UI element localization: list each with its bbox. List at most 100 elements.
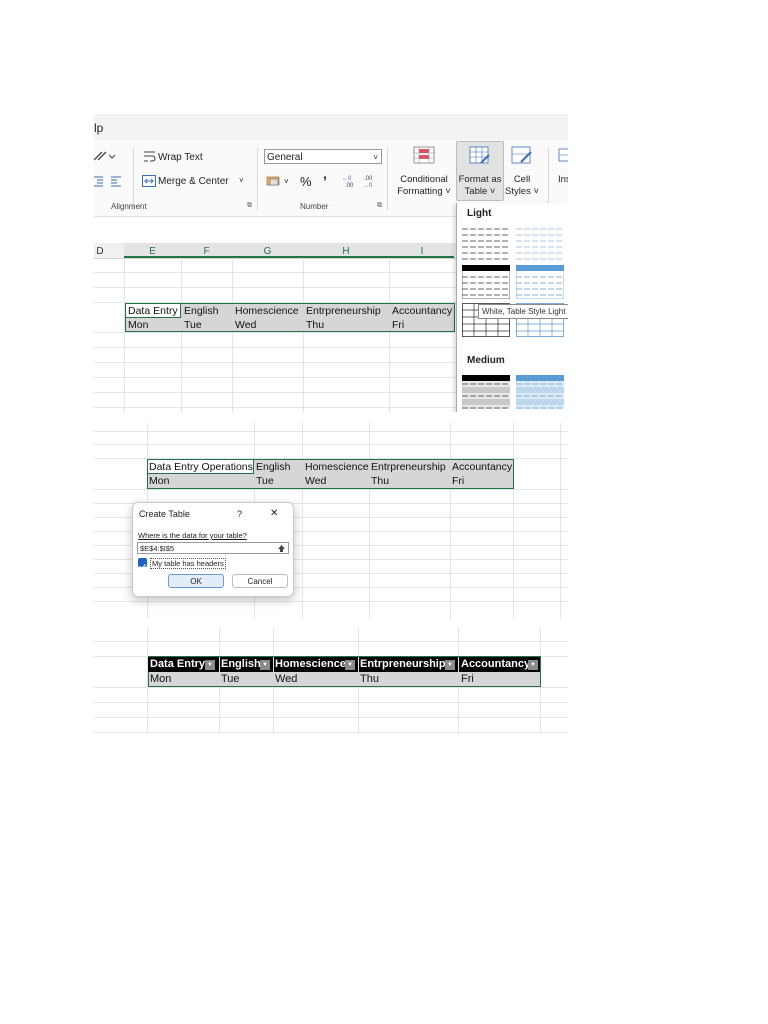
cell-f5[interactable]: Tue [184, 319, 202, 331]
create-table-dialog: Create Table ? ✕ Where is the data for y… [132, 502, 294, 597]
filter-dropdown-icon[interactable]: ▼ [445, 660, 455, 670]
header-entrpreneurship[interactable]: Entrpreneurship ▼ [359, 657, 458, 672]
cell-f5[interactable]: Tue [221, 673, 240, 685]
cell-g4[interactable]: Homescience [305, 461, 369, 473]
cell-i5[interactable]: Fri [461, 673, 474, 685]
cell-i4[interactable]: Accountancy [392, 305, 452, 317]
cell-i4[interactable]: Accountancy [452, 461, 512, 473]
headers-checkbox[interactable] [138, 558, 147, 570]
table-style-tooltip: White, Table Style Light [478, 304, 568, 319]
comma-style-button[interactable]: ’ [323, 173, 327, 189]
table-style-light-1[interactable] [462, 227, 510, 261]
svg-text:→0: →0 [363, 183, 373, 189]
cell-styles-label-1: Cell [513, 174, 531, 185]
help-icon[interactable]: ? [237, 509, 242, 519]
alignment-group-label: Alignment [111, 202, 147, 211]
collapse-dialog-icon[interactable] [277, 544, 286, 553]
cell-e5[interactable]: Mon [149, 475, 169, 487]
number-launcher-icon[interactable]: ⧉ [377, 202, 382, 210]
wrap-text-button[interactable]: Wrap Text [158, 152, 203, 163]
merge-dropdown-icon[interactable]: ˅ [239, 176, 244, 185]
table-style-medium-1[interactable] [462, 375, 510, 409]
cell-f4[interactable]: English [256, 461, 290, 473]
cell-styles-button[interactable]: Cell Styles ˅ [504, 146, 540, 198]
column-header-h[interactable]: H [303, 246, 389, 257]
cell-g5[interactable]: Wed [305, 475, 326, 487]
header-entrpreneurship-text: Entrpreneurship [360, 658, 446, 670]
table-style-light-2[interactable] [516, 227, 564, 261]
format-as-table-button[interactable]: Format as Table ˅ [456, 141, 504, 201]
excel-ribbon-panel: lp Wrap Text Merge & Center ˅ Alignment … [94, 114, 568, 412]
dialog-title: Create Table [139, 509, 190, 519]
filter-dropdown-icon[interactable]: ▼ [528, 660, 538, 670]
svg-text:←0: ←0 [342, 176, 352, 182]
header-data-entry[interactable]: Data Entry ▼ [148, 657, 219, 672]
header-accountancy-text: Accountancy [461, 658, 531, 670]
merge-center-button[interactable]: Merge & Center [158, 176, 229, 187]
header-english[interactable]: English ▼ [220, 657, 273, 672]
header-data-entry-text: Data Entry [150, 658, 206, 670]
cell-h5[interactable]: Thu [360, 673, 379, 685]
headers-checkbox-label[interactable]: My table has headers [150, 558, 226, 569]
column-header-f[interactable]: F [181, 246, 232, 257]
header-accountancy[interactable]: Accountancy ▼ [459, 657, 540, 672]
cell-f4[interactable]: English [184, 305, 218, 317]
indent-icons[interactable] [94, 175, 124, 187]
merge-center-icon [142, 175, 156, 187]
header-homescience-text: Homescience [275, 658, 346, 670]
cancel-button[interactable]: Cancel [232, 574, 288, 588]
cell-h5[interactable]: Thu [371, 475, 389, 487]
close-icon[interactable]: ✕ [270, 508, 278, 519]
cell-e5[interactable]: Mon [128, 319, 148, 331]
gallery-light-heading: Light [467, 208, 492, 219]
cell-e4[interactable]: Data Entry Operations [149, 461, 253, 473]
insert-button[interactable]: Ins [554, 146, 568, 186]
svg-text:.00: .00 [364, 176, 373, 182]
filter-dropdown-icon[interactable]: ▼ [205, 660, 215, 670]
ribbon-tab-bar: lp [94, 114, 568, 140]
column-header-i[interactable]: I [389, 246, 455, 257]
header-homescience[interactable]: Homescience ▼ [274, 657, 358, 672]
column-header-d[interactable]: D [94, 246, 106, 257]
ok-button[interactable]: OK [168, 574, 224, 588]
cell-i5[interactable]: Fri [452, 475, 464, 487]
create-table-panel: Data Entry Operations English Homescienc… [94, 423, 568, 619]
cell-e4[interactable]: Data Entry [128, 305, 178, 317]
filter-dropdown-icon[interactable]: ▼ [345, 660, 355, 670]
column-header-g[interactable]: G [232, 246, 303, 257]
column-header-e[interactable]: E [124, 246, 181, 257]
checkmark-icon [139, 564, 146, 570]
number-group-label: Number [300, 202, 329, 211]
table-style-light-3[interactable] [462, 265, 510, 299]
range-input[interactable]: $E$4:$I$5 [137, 542, 289, 554]
decimal-buttons-icon[interactable]: ←0 .00 .00 →0 [342, 173, 382, 189]
table-style-medium-2[interactable] [516, 375, 564, 409]
help-tab[interactable]: lp [94, 121, 103, 135]
cell-styles-icon [511, 146, 532, 164]
cell-h4[interactable]: Entrpreneurship [371, 461, 446, 473]
cell-g5[interactable]: Wed [235, 319, 256, 331]
accounting-format-icon[interactable] [266, 175, 282, 187]
alignment-launcher-icon[interactable]: ⧉ [247, 202, 252, 210]
format-as-table-label-1: Format as [458, 174, 502, 185]
cell-g5[interactable]: Wed [275, 673, 297, 685]
svg-text:.00: .00 [345, 183, 354, 189]
conditional-formatting-label-2: Formatting ˅ [397, 186, 451, 197]
accounting-dropdown-icon[interactable]: ˅ [284, 177, 289, 186]
filter-dropdown-icon[interactable]: ▼ [260, 660, 270, 670]
cell-g4[interactable]: Homescience [235, 305, 299, 317]
orientation-icon[interactable] [94, 150, 116, 162]
format-as-table-icon [469, 146, 490, 164]
cell-e5[interactable]: Mon [150, 673, 171, 685]
number-format-value: General [267, 152, 303, 163]
percent-style-button[interactable]: % [300, 174, 312, 189]
table-style-light-4[interactable] [516, 265, 564, 299]
cell-h4[interactable]: Entrpreneurship [306, 305, 381, 317]
number-format-select[interactable]: General ˅ [264, 149, 382, 164]
chevron-down-icon: ˅ [373, 153, 378, 162]
conditional-formatting-button[interactable]: Conditional Formatting ˅ [394, 146, 454, 198]
wrap-text-icon [144, 151, 156, 162]
cell-h5[interactable]: Thu [306, 319, 324, 331]
cell-f5[interactable]: Tue [256, 475, 274, 487]
cell-i5[interactable]: Fri [392, 319, 404, 331]
